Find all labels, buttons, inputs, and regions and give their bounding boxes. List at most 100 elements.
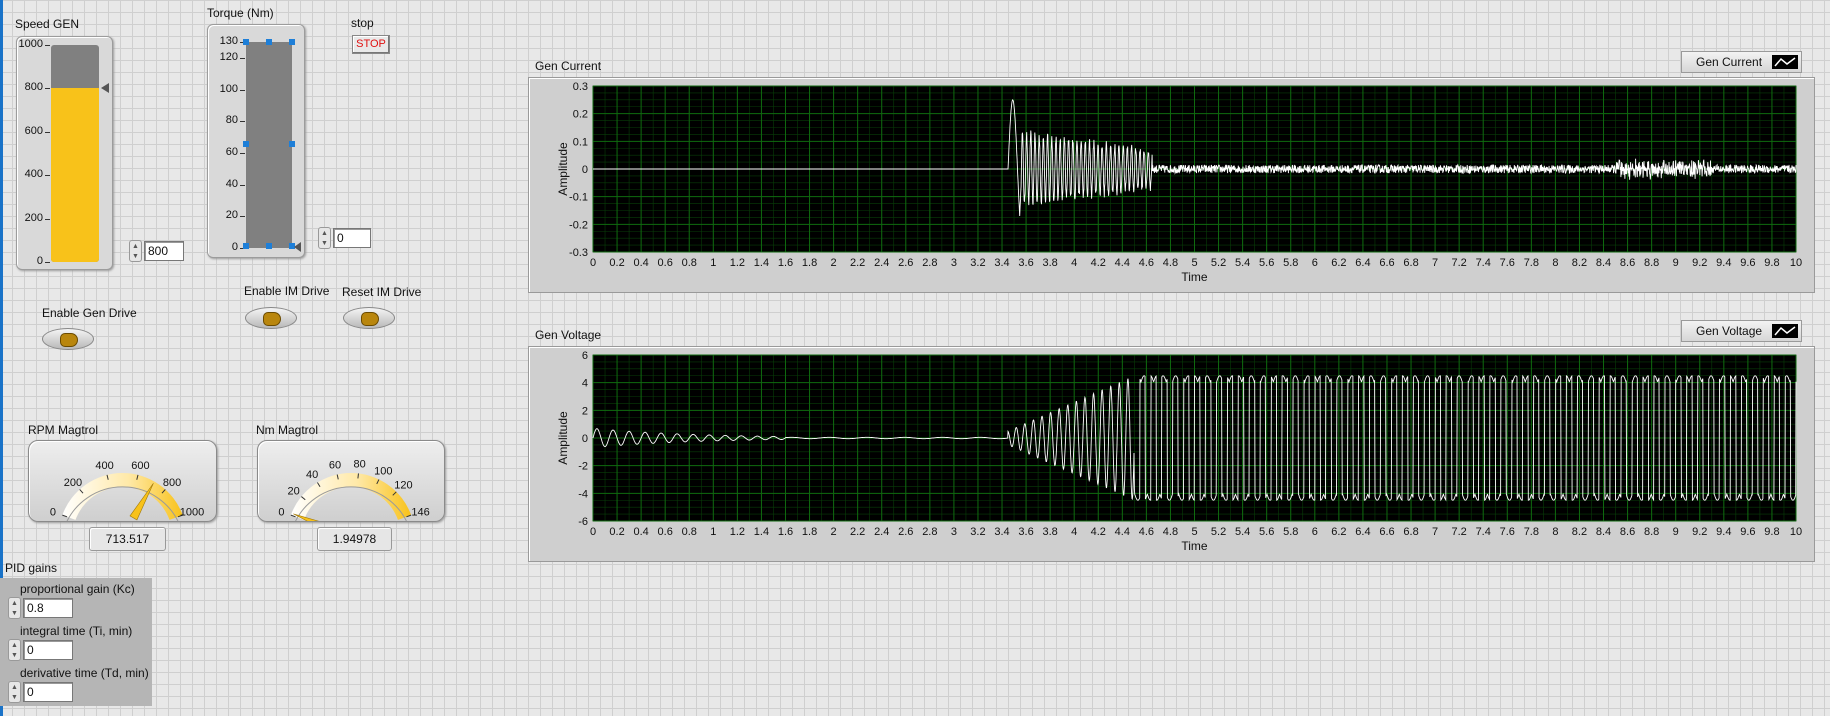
x-tick-label: 9.4 [1716, 257, 1731, 269]
led-icon [361, 312, 379, 326]
torque-handle-icon[interactable] [266, 243, 272, 249]
y-axis-label: Amplitude [556, 411, 570, 465]
y-tick-label: 0.1 [573, 136, 588, 148]
stop-button[interactable]: STOP [352, 35, 390, 54]
x-tick-label: 9.2 [1692, 257, 1707, 269]
x-tick-label: 5 [1191, 526, 1197, 538]
rpm-magtrol-readout: 713.517 [89, 527, 166, 551]
kc-input[interactable]: 0.8 [23, 598, 73, 618]
x-tick-label: 3.2 [970, 526, 985, 538]
gauge-tick-label: 60 [329, 460, 341, 472]
scale-tick-label: 60 [225, 145, 238, 158]
gauge-tick-label: 0 [278, 507, 284, 519]
scale-tick-mark [45, 218, 50, 220]
torque-handle-icon[interactable] [289, 141, 295, 147]
gauge-tick-label: 1000 [180, 507, 204, 519]
torque-handle-icon[interactable] [243, 141, 249, 147]
scale-tick-label: 0 [231, 241, 238, 253]
x-tick-label: 7.6 [1500, 526, 1515, 538]
speed-gen-fill [51, 88, 99, 262]
x-tick-label: 5.4 [1235, 257, 1250, 269]
gen-current-graph[interactable]: 0 0.2 0.4 0.6 0.8 1 1.2 1.4 1.6 1.8 2 2.2 2.4 2.6 2.8 3… [528, 77, 1815, 293]
enable-im-drive-label: Enable IM Drive [244, 284, 330, 298]
nm-magtrol-readout: 1.94978 [317, 527, 392, 551]
ti-spinner-icon[interactable]: ▲ ▼ [8, 639, 21, 661]
speed-gen-spinner-icon[interactable]: ▲ ▼ [129, 240, 142, 262]
torque-numeric[interactable]: ▲ ▼ 0 [318, 227, 371, 249]
x-tick-label: 8.6 [1620, 526, 1635, 538]
td-numeric[interactable]: ▲ ▼ 0 [8, 681, 73, 703]
x-tick-label: 7.2 [1452, 526, 1467, 538]
x-tick-label: 5.4 [1235, 526, 1250, 538]
x-tick-label: 4.6 [1139, 526, 1154, 538]
x-axis-label: Time [1181, 539, 1208, 553]
gen-current-legend[interactable]: Gen Current [1681, 51, 1803, 73]
x-tick-label: 6.6 [1379, 526, 1394, 538]
x-tick-label: 2.2 [850, 526, 865, 538]
x-tick-label: 5 [1191, 257, 1197, 269]
x-axis-label: Time [1181, 270, 1208, 284]
scale-tick-mark [45, 88, 50, 90]
kc-spinner-icon[interactable]: ▲ ▼ [8, 597, 21, 619]
torque-handle-icon[interactable] [266, 39, 272, 45]
x-tick-label: 0 [590, 526, 596, 538]
speed-gen-input[interactable]: 800 [144, 241, 184, 261]
x-tick-label: 5.6 [1259, 257, 1274, 269]
x-tick-label: 0.4 [633, 526, 648, 538]
x-tick-label: 2.6 [898, 257, 913, 269]
torque-pointer-icon[interactable] [294, 242, 301, 252]
enable-im-drive-button[interactable] [245, 307, 297, 329]
enable-gen-drive-button[interactable] [42, 328, 94, 350]
torque-handle-icon[interactable] [289, 39, 295, 45]
rpm-magtrol-label: RPM Magtrol [28, 423, 99, 437]
x-tick-label: 1.4 [754, 526, 769, 538]
stop-label: stop [351, 16, 374, 30]
y-tick-label: 2 [582, 405, 588, 417]
x-tick-label: 6 [1312, 526, 1318, 538]
td-input[interactable]: 0 [23, 682, 73, 702]
x-tick-label: 2.8 [922, 257, 937, 269]
kc-numeric[interactable]: ▲ ▼ 0.8 [8, 597, 73, 619]
scale-tick-label: 80 [225, 114, 238, 127]
reset-im-drive-button[interactable] [343, 307, 395, 329]
td-spinner-icon[interactable]: ▲ ▼ [8, 681, 21, 703]
y-tick-label: 0 [582, 164, 588, 176]
x-tick-label: 6.2 [1331, 257, 1346, 269]
gauge-tick-label: 600 [131, 460, 149, 472]
torque-handle-icon[interactable] [243, 243, 249, 249]
ti-numeric[interactable]: ▲ ▼ 0 [8, 639, 73, 661]
x-tick-label: 3.8 [1042, 526, 1057, 538]
x-tick-label: 7.4 [1476, 257, 1491, 269]
kc-label: proportional gain (Kc) [20, 582, 135, 596]
gauge-tick-label: 800 [163, 477, 181, 489]
y-axis-label: Amplitude [556, 142, 570, 196]
x-tick-label: 3.6 [1018, 257, 1033, 269]
torque-spinner-icon[interactable]: ▲ ▼ [318, 227, 331, 249]
torque-input[interactable]: 0 [333, 228, 371, 248]
x-tick-label: 9.8 [1764, 257, 1779, 269]
torque-handle-icon[interactable] [243, 39, 249, 45]
speed-gen-pointer-icon[interactable] [101, 83, 109, 94]
x-tick-label: 10 [1790, 257, 1802, 269]
pid-gains-cluster: proportional gain (Kc) ▲ ▼ 0.8 integral t… [0, 578, 152, 706]
y-tick-label: -4 [578, 488, 588, 500]
y-tick-label: -0.1 [569, 192, 588, 204]
ti-input[interactable]: 0 [23, 640, 73, 660]
scale-tick-label: 200 [24, 211, 43, 224]
torque-slider[interactable]: 130 120 100 80 60 40 20 0 [207, 24, 305, 258]
scale-tick-mark [240, 216, 245, 218]
x-tick-label: 9.8 [1764, 526, 1779, 538]
gauge-tick-label: 0 [50, 507, 56, 519]
gen-current-plot: 0 0.2 0.4 0.6 0.8 1 1.2 1.4 1.6 1.8 2 2.2 2.4 2.6 2.8 3… [556, 81, 1802, 284]
gen-voltage-plot: 0 0.2 0.4 0.6 0.8 1 1.2 1.4 1.6 1.8 2 2.2 2.4 2.6 2.8 3… [556, 350, 1802, 553]
gen-voltage-graph[interactable]: 0 0.2 0.4 0.6 0.8 1 1.2 1.4 1.6 1.8 2 2.2 2.4 2.6 2.8 3… [528, 346, 1815, 562]
speed-gen-numeric[interactable]: ▲ ▼ 800 [129, 240, 184, 262]
x-tick-label: 8 [1552, 257, 1558, 269]
x-tick-label: 6.4 [1355, 526, 1370, 538]
x-tick-label: 4.4 [1115, 257, 1130, 269]
speed-gen-slider[interactable]: 1000 800 600 400 200 0 [16, 36, 113, 270]
x-tick-label: 4.4 [1115, 526, 1130, 538]
gen-voltage-legend[interactable]: Gen Voltage [1681, 320, 1803, 342]
x-tick-label: 9 [1673, 257, 1679, 269]
x-tick-label: 5.2 [1211, 257, 1226, 269]
